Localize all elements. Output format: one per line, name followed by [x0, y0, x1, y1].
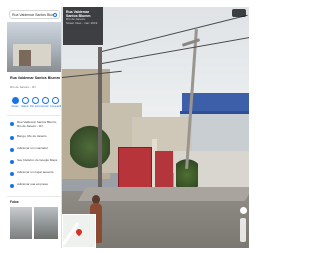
search-icon[interactable] — [53, 12, 57, 17]
maps-window: Rua Valdemar Santos Blumm Rio de Janeiro… — [7, 7, 249, 248]
photo-thumbnail[interactable] — [10, 207, 32, 239]
action-label: Rotas — [11, 105, 19, 108]
photo-thumbnail[interactable] — [34, 207, 58, 239]
info-row-neighborhood[interactable]: Bangu, Rio de Janeiro — [10, 134, 60, 140]
info-text: Adicionar sua empresa — [17, 182, 48, 186]
info-row-label[interactable]: Adicionar um marcador — [10, 146, 60, 152]
place-subtitle: Rio de Janeiro - RJ — [10, 85, 36, 89]
tree — [70, 125, 110, 169]
minimap[interactable] — [62, 214, 96, 248]
info-text: Adicionar um marcador — [17, 146, 49, 150]
zoom-control[interactable] — [240, 218, 246, 242]
business-icon — [10, 183, 14, 188]
sidewalk — [77, 187, 249, 201]
side-panel: Rua Valdemar Santos Blumm Rua Valdemar S… — [7, 7, 62, 248]
info-text: Seu histórico do Google Maps — [17, 158, 58, 162]
save-button[interactable]: Salvar — [20, 97, 30, 108]
send-to-phone-button[interactable]: Enviar — [40, 97, 50, 108]
share-icon — [51, 97, 59, 104]
photos-heading: Fotos — [10, 200, 19, 204]
action-label: Salvar — [21, 105, 29, 108]
share-button[interactable]: Compartilhar — [50, 97, 62, 108]
streetview-date: Street View - mar. 2019 — [66, 20, 98, 25]
info-row-history[interactable]: Seu histórico do Google Maps — [10, 158, 60, 164]
info-text: Rua Valdemar Santos Blumm, Rio de Janeir… — [17, 120, 58, 128]
plus-code-icon — [10, 135, 14, 140]
add-place-icon — [10, 171, 14, 176]
place-title: Rua Valdemar Santos Blumm — [10, 76, 60, 80]
label-icon — [10, 147, 14, 152]
utility-pole — [98, 47, 102, 197]
location-pin-icon — [74, 227, 84, 237]
compass-icon[interactable] — [240, 207, 247, 214]
action-label: Enviar — [41, 105, 49, 108]
directions-button[interactable]: Rotas — [10, 97, 20, 108]
photo-gate — [19, 50, 31, 66]
action-label: Compartilhar — [50, 105, 62, 108]
info-row-address[interactable]: Rua Valdemar Santos Blumm, Rio de Janeir… — [10, 120, 60, 129]
pin-icon — [10, 121, 14, 126]
action-label: Por perto — [30, 105, 41, 108]
streetview-address-card: Rua Valdemar Santos Blumm Rio de Janeiro… — [63, 7, 103, 45]
search-box[interactable]: Rua Valdemar Santos Blumm — [9, 10, 60, 19]
info-row-business[interactable]: Adicionar sua empresa — [10, 182, 60, 188]
streetview-menu-button[interactable] — [232, 9, 246, 17]
info-text: Bangu, Rio de Janeiro — [17, 134, 47, 138]
search-input[interactable]: Rua Valdemar Santos Blumm — [12, 13, 53, 17]
info-row-add-place[interactable]: Adicionar um lugar ausente — [10, 170, 60, 176]
nearby-icon — [31, 97, 39, 104]
divider — [7, 196, 61, 197]
info-text: Adicionar um lugar ausente — [17, 170, 54, 174]
send-to-phone-icon — [41, 97, 49, 104]
bookmark-icon — [21, 97, 29, 104]
place-photo[interactable] — [7, 22, 61, 72]
directions-icon — [11, 97, 19, 104]
divider — [7, 115, 61, 116]
action-buttons: Rotas Salvar Por perto Enviar Compartilh… — [10, 97, 62, 108]
nearby-button[interactable]: Por perto — [30, 97, 41, 108]
history-icon — [10, 159, 14, 164]
